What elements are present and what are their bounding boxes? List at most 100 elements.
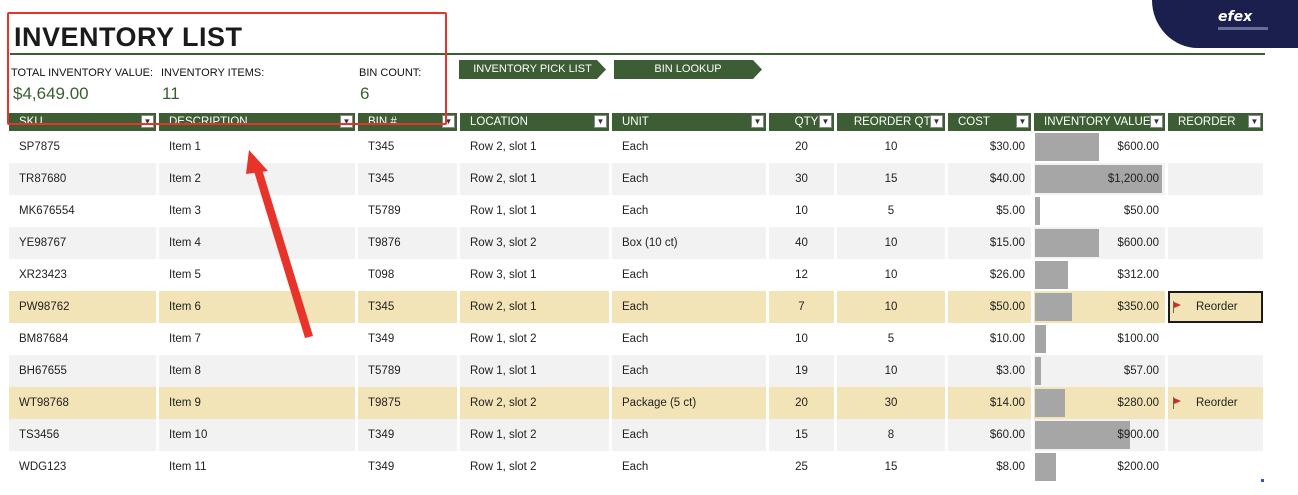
- cell-qty[interactable]: 20: [769, 387, 834, 419]
- cell-location[interactable]: Row 1, slot 2: [460, 451, 609, 483]
- cell-bin[interactable]: T349: [358, 451, 457, 483]
- cell-description[interactable]: Item 8: [159, 355, 355, 387]
- cell-reorder[interactable]: [1168, 131, 1263, 163]
- cell-reorder[interactable]: [1168, 163, 1263, 195]
- cell-qty[interactable]: 25: [769, 451, 834, 483]
- cell-description[interactable]: Item 7: [159, 323, 355, 355]
- cell-reorder-qty[interactable]: 30: [837, 387, 945, 419]
- cell-description[interactable]: Item 1: [159, 131, 355, 163]
- cell-location[interactable]: Row 2, slot 1: [460, 131, 609, 163]
- cell-unit[interactable]: Each: [612, 451, 766, 483]
- cell-unit[interactable]: Each: [612, 259, 766, 291]
- table-row[interactable]: WT98768 Item 9 T9875 Row 2, slot 2 Package (…: [9, 387, 1263, 419]
- table-row[interactable]: XR23423 Item 5 T098 Row 3, slot 1 Each 12 10 $2…: [9, 259, 1263, 291]
- cell-location[interactable]: Row 2, slot 1: [460, 163, 609, 195]
- cell-unit[interactable]: Each: [612, 291, 766, 323]
- cell-inventory-value[interactable]: $280.00: [1034, 387, 1165, 419]
- table-row[interactable]: TR87680 Item 2 T345 Row 2, slot 1 Each 30 15 $4…: [9, 163, 1263, 195]
- cell-sku[interactable]: MK676554: [9, 195, 156, 227]
- cell-cost[interactable]: $5.00: [948, 195, 1031, 227]
- cell-cost[interactable]: $3.00: [948, 355, 1031, 387]
- cell-sku[interactable]: TR87680: [9, 163, 156, 195]
- filter-dropdown-icon[interactable]: ▼: [594, 115, 607, 128]
- table-row[interactable]: TS3456 Item 10 T349 Row 1, slot 2 Each 15 8 $60…: [9, 419, 1263, 451]
- cell-description[interactable]: Item 11: [159, 451, 355, 483]
- cell-cost[interactable]: $50.00: [948, 291, 1031, 323]
- cell-inventory-value[interactable]: $50.00: [1034, 195, 1165, 227]
- cell-inventory-value[interactable]: $1,200.00: [1034, 163, 1165, 195]
- bin-lookup-button[interactable]: BIN LOOKUP: [614, 60, 762, 79]
- cell-qty[interactable]: 10: [769, 323, 834, 355]
- cell-reorder-qty[interactable]: 10: [837, 131, 945, 163]
- cell-qty[interactable]: 30: [769, 163, 834, 195]
- cell-reorder-qty[interactable]: 15: [837, 451, 945, 483]
- filter-dropdown-icon[interactable]: ▼: [751, 115, 764, 128]
- cell-description[interactable]: Item 10: [159, 419, 355, 451]
- cell-sku[interactable]: BH67655: [9, 355, 156, 387]
- cell-cost[interactable]: $14.00: [948, 387, 1031, 419]
- filter-dropdown-icon[interactable]: ▼: [1248, 115, 1261, 128]
- cell-cost[interactable]: $30.00: [948, 131, 1031, 163]
- cell-sku[interactable]: WDG123: [9, 451, 156, 483]
- filter-dropdown-icon[interactable]: ▼: [819, 115, 832, 128]
- cell-qty[interactable]: 20: [769, 131, 834, 163]
- cell-inventory-value[interactable]: $312.00: [1034, 259, 1165, 291]
- cell-inventory-value[interactable]: $600.00: [1034, 227, 1165, 259]
- cell-reorder-qty[interactable]: 10: [837, 291, 945, 323]
- cell-description[interactable]: Item 6: [159, 291, 355, 323]
- cell-inventory-value[interactable]: $350.00: [1034, 291, 1165, 323]
- cell-qty[interactable]: 12: [769, 259, 834, 291]
- cell-sku[interactable]: YE98767: [9, 227, 156, 259]
- cell-sku[interactable]: WT98768: [9, 387, 156, 419]
- cell-bin[interactable]: T345: [358, 163, 457, 195]
- cell-description[interactable]: Item 9: [159, 387, 355, 419]
- cell-unit[interactable]: Each: [612, 195, 766, 227]
- cell-reorder[interactable]: Reorder: [1168, 387, 1263, 419]
- cell-reorder-qty[interactable]: 10: [837, 355, 945, 387]
- cell-unit[interactable]: Each: [612, 419, 766, 451]
- cell-reorder[interactable]: [1168, 451, 1263, 483]
- table-row[interactable]: BM87684 Item 7 T349 Row 1, slot 2 Each 10 5 $10…: [9, 323, 1263, 355]
- cell-reorder[interactable]: [1168, 323, 1263, 355]
- cell-description[interactable]: Item 4: [159, 227, 355, 259]
- cell-cost[interactable]: $8.00: [948, 451, 1031, 483]
- cell-unit[interactable]: Each: [612, 163, 766, 195]
- cell-reorder-qty[interactable]: 10: [837, 227, 945, 259]
- cell-inventory-value[interactable]: $100.00: [1034, 323, 1165, 355]
- cell-sku[interactable]: TS3456: [9, 419, 156, 451]
- cell-reorder-qty[interactable]: 10: [837, 259, 945, 291]
- cell-inventory-value[interactable]: $200.00: [1034, 451, 1165, 483]
- cell-location[interactable]: Row 1, slot 2: [460, 419, 609, 451]
- cell-reorder[interactable]: [1168, 355, 1263, 387]
- cell-unit[interactable]: Each: [612, 355, 766, 387]
- cell-sku[interactable]: SP7875: [9, 131, 156, 163]
- cell-bin[interactable]: T098: [358, 259, 457, 291]
- cell-location[interactable]: Row 3, slot 1: [460, 259, 609, 291]
- filter-dropdown-icon[interactable]: ▼: [1150, 115, 1163, 128]
- cell-sku[interactable]: BM87684: [9, 323, 156, 355]
- cell-reorder[interactable]: Reorder: [1168, 291, 1263, 323]
- cell-qty[interactable]: 15: [769, 419, 834, 451]
- cell-reorder-qty[interactable]: 15: [837, 163, 945, 195]
- cell-description[interactable]: Item 5: [159, 259, 355, 291]
- cell-bin[interactable]: T5789: [358, 195, 457, 227]
- cell-cost[interactable]: $10.00: [948, 323, 1031, 355]
- inventory-pick-list-button[interactable]: INVENTORY PICK LIST: [459, 60, 606, 79]
- cell-unit[interactable]: Box (10 ct): [612, 227, 766, 259]
- cell-inventory-value[interactable]: $600.00: [1034, 131, 1165, 163]
- table-row[interactable]: WDG123 Item 11 T349 Row 1, slot 2 Each 25 15 $8…: [9, 451, 1263, 483]
- cell-cost[interactable]: $60.00: [948, 419, 1031, 451]
- cell-unit[interactable]: Each: [612, 323, 766, 355]
- cell-bin[interactable]: T345: [358, 131, 457, 163]
- cell-description[interactable]: Item 2: [159, 163, 355, 195]
- cell-bin[interactable]: T345: [358, 291, 457, 323]
- cell-cost[interactable]: $15.00: [948, 227, 1031, 259]
- cell-sku[interactable]: PW98762: [9, 291, 156, 323]
- cell-qty[interactable]: 10: [769, 195, 834, 227]
- cell-bin[interactable]: T349: [358, 323, 457, 355]
- cell-unit[interactable]: Package (5 ct): [612, 387, 766, 419]
- cell-sku[interactable]: XR23423: [9, 259, 156, 291]
- table-row[interactable]: MK676554 Item 3 T5789 Row 1, slot 1 Each 10 5 $…: [9, 195, 1263, 227]
- filter-dropdown-icon[interactable]: ▼: [141, 115, 154, 128]
- cell-location[interactable]: Row 2, slot 1: [460, 291, 609, 323]
